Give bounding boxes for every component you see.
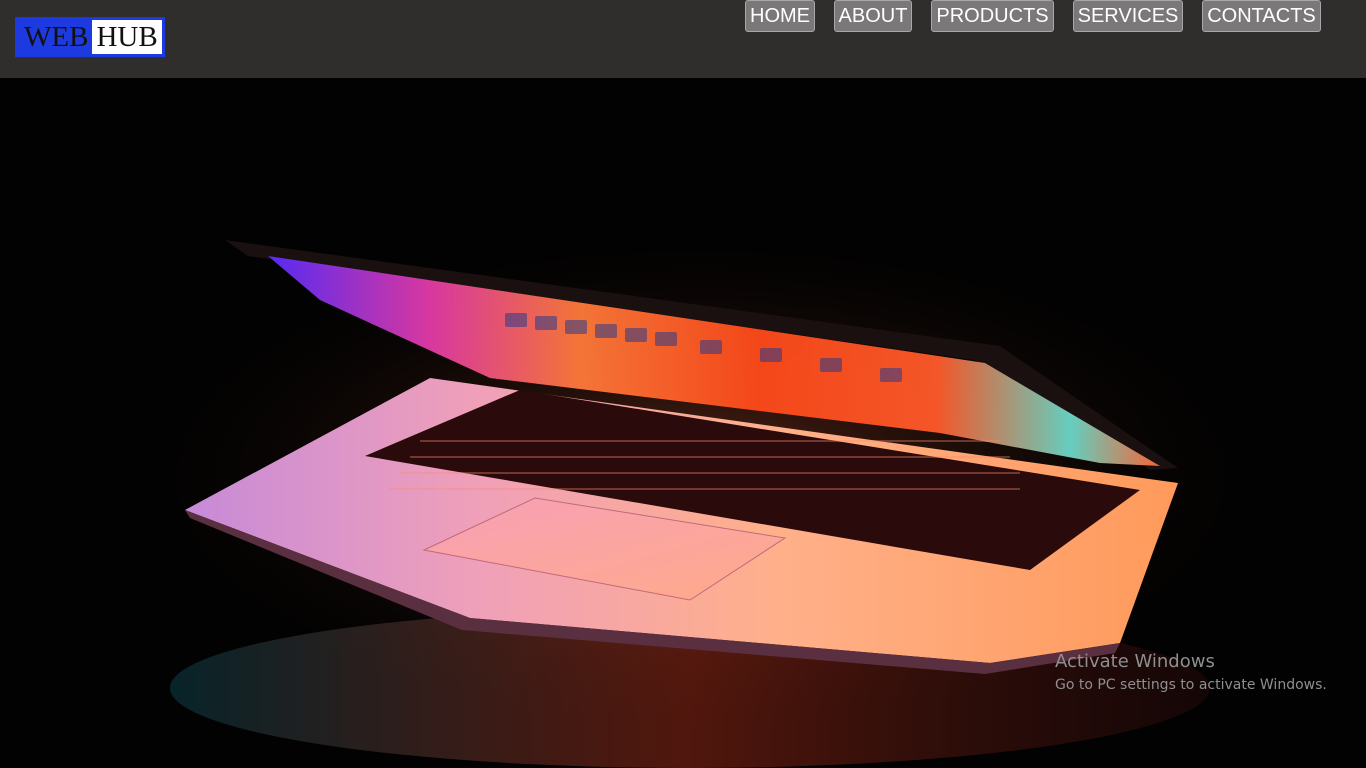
site-header: WEB HUB HOME ABOUT PRODUCTS SERVICES CON… [0,0,1366,78]
nav-about-button[interactable]: ABOUT [834,0,912,32]
nav-home-button[interactable]: HOME [745,0,815,32]
watermark-title: Activate Windows [1055,651,1215,672]
logo[interactable]: WEB HUB [15,17,165,57]
watermark-subtitle: Go to PC settings to activate Windows. [1055,677,1327,693]
logo-hub-text: HUB [92,20,162,54]
nav-products-button[interactable]: PRODUCTS [931,0,1054,32]
nav-services-button[interactable]: SERVICES [1073,0,1183,32]
windows-activation-watermark: Activate Windows Go to PC settings to ac… [1055,650,1327,696]
logo-web-text: WEB [18,20,93,54]
nav-contacts-button[interactable]: CONTACTS [1202,0,1321,32]
